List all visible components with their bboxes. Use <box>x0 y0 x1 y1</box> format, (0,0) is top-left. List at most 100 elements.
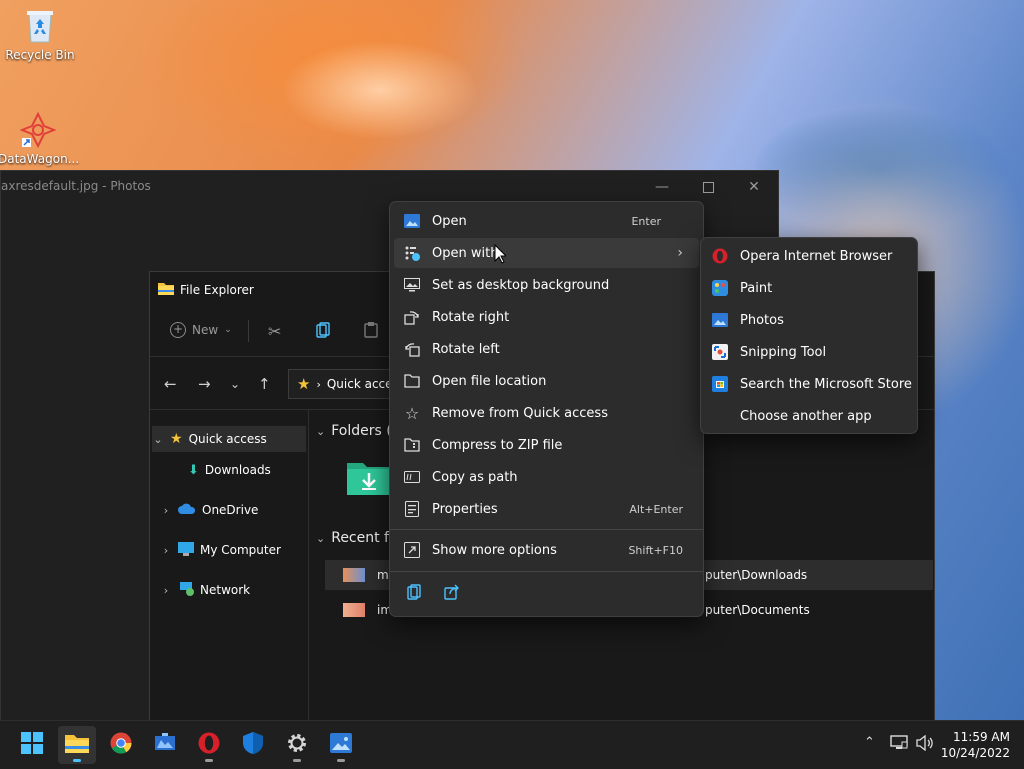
taskbar-clock[interactable]: 11:59 AM 10/24/2022 <box>941 729 1010 761</box>
photos-app-icon <box>711 311 729 329</box>
submenu-item-photos[interactable]: Photos <box>705 305 913 335</box>
chevron-up-icon: ⌃ <box>864 735 875 750</box>
menu-item-label: Set as desktop background <box>432 277 610 293</box>
menu-item-properties[interactable]: Properties Alt+Enter <box>394 494 699 524</box>
menu-item-label: Remove from Quick access <box>432 405 608 421</box>
breadcrumb-chevron-icon: › <box>316 377 321 391</box>
network-status-button[interactable] <box>890 735 908 755</box>
share-quick-action-button[interactable] <box>438 580 466 608</box>
up-button[interactable]: ↑ <box>258 375 271 393</box>
chevron-right-icon: › <box>677 245 683 261</box>
menu-item-open-file-location[interactable]: Open file location <box>394 366 699 396</box>
menu-item-open-with[interactable]: Open with › <box>394 238 699 268</box>
sidebar-item-label: Quick access <box>188 432 267 446</box>
recent-file-name: m <box>377 568 389 582</box>
forward-button[interactable]: → <box>198 375 211 393</box>
copy-path-icon <box>403 468 421 486</box>
photo-icon <box>403 212 421 230</box>
arrow-left-icon: ← <box>164 375 177 393</box>
menu-item-copy-as-path[interactable]: Copy as path <box>394 462 699 492</box>
cloud-icon <box>178 503 196 517</box>
navigation-pane: ⌄ ★ Quick access ⬇ Downloads › OneDrive … <box>150 410 309 721</box>
recent-file-location: puter\Downloads <box>705 568 808 582</box>
sidebar-item-label: My Computer <box>200 543 281 557</box>
taskbar-photos[interactable] <box>322 726 360 764</box>
chevron-down-icon: ⌄ <box>153 432 163 446</box>
submenu-icon-spacer <box>711 407 729 425</box>
taskbar-datawagon[interactable] <box>146 726 184 764</box>
menu-item-remove-from-quick-access[interactable]: ☆ Remove from Quick access <box>394 398 699 428</box>
arrow-up-icon: ↑ <box>258 375 271 393</box>
back-button[interactable]: ← <box>164 375 177 393</box>
file-explorer-icon <box>65 733 89 757</box>
new-button[interactable]: + New ⌄ <box>170 322 232 338</box>
recent-locations-button[interactable]: ⌄ <box>230 377 240 391</box>
menu-item-shortcut: Alt+Enter <box>629 502 683 516</box>
star-icon: ★ <box>170 431 183 447</box>
copy-icon <box>407 584 421 604</box>
menu-item-rotate-left[interactable]: Rotate left <box>394 334 699 364</box>
rotate-left-icon <box>403 340 421 358</box>
chevron-right-icon: › <box>163 503 169 517</box>
recent-header-label: Recent fi <box>331 530 393 546</box>
running-indicator <box>205 759 213 762</box>
sidebar-item-network[interactable]: › Network <box>160 577 306 603</box>
copy-button[interactable] <box>316 322 330 341</box>
menu-item-open[interactable]: Open Enter <box>394 206 699 236</box>
downloads-folder-icon <box>347 463 391 499</box>
rotate-right-icon <box>403 308 421 326</box>
star-icon: ★ <box>297 375 311 393</box>
context-menu: Open Enter Open with › Set as desktop ba… <box>389 201 704 617</box>
submenu-item-microsoft-store[interactable]: Search the Microsoft Store <box>705 369 913 399</box>
menu-separator <box>390 571 703 572</box>
recent-files-section-header[interactable]: ⌄ Recent fi <box>316 530 393 546</box>
folders-section-header[interactable]: ⌄ Folders ( <box>316 423 392 439</box>
submenu-item-label: Snipping Tool <box>740 344 827 360</box>
recent-file-location: puter\Documents <box>705 603 810 617</box>
taskbar-settings[interactable] <box>278 726 316 764</box>
sidebar-item-downloads[interactable]: ⬇ Downloads <box>188 457 306 483</box>
taskbar-chrome[interactable] <box>102 726 140 764</box>
close-icon: ✕ <box>748 179 760 195</box>
copy-quick-action-button[interactable] <box>400 580 428 608</box>
sidebar-item-onedrive[interactable]: › OneDrive <box>160 497 306 523</box>
start-button[interactable] <box>13 726 51 764</box>
cut-button[interactable]: ✂ <box>268 322 281 341</box>
desktop-icon-label: DataWagon... <box>0 152 80 166</box>
menu-item-compress-to-zip[interactable]: Compress to ZIP file <box>394 430 699 460</box>
taskbar-windows-security[interactable] <box>234 726 272 764</box>
desktop-icon-datawagon[interactable]: DataWagon... <box>0 112 80 166</box>
submenu-item-paint[interactable]: Paint <box>705 273 913 303</box>
taskbar-opera[interactable] <box>190 726 228 764</box>
folder-outline-icon <box>403 372 421 390</box>
show-hidden-icons-button[interactable]: ⌃ <box>864 735 875 750</box>
taskbar-file-explorer[interactable] <box>58 726 96 764</box>
shield-icon <box>243 732 263 758</box>
mouse-cursor <box>494 243 508 268</box>
paste-button[interactable] <box>364 322 378 341</box>
scissors-icon: ✂ <box>268 322 282 341</box>
volume-button[interactable] <box>916 734 934 755</box>
cursor-arrow-icon <box>494 243 508 268</box>
copy-icon <box>316 322 330 341</box>
submenu-item-snipping-tool[interactable]: Snipping Tool <box>705 337 913 367</box>
close-button[interactable]: ✕ <box>731 173 777 201</box>
desktop-icon-label: Recycle Bin <box>5 48 75 62</box>
sidebar-item-my-computer[interactable]: › My Computer <box>160 537 306 563</box>
menu-item-rotate-right[interactable]: Rotate right <box>394 302 699 332</box>
desktop-icon-recycle-bin[interactable]: Recycle Bin <box>0 8 80 62</box>
submenu-item-label: Search the Microsoft Store <box>740 376 912 392</box>
speaker-icon <box>916 734 934 755</box>
menu-item-set-desktop-background[interactable]: Set as desktop background <box>394 270 699 300</box>
maximize-button[interactable] <box>685 173 731 201</box>
running-indicator <box>293 759 301 762</box>
sidebar-item-label: Network <box>200 583 251 597</box>
submenu-item-choose-another-app[interactable]: Choose another app <box>705 401 913 431</box>
downloads-folder-tile[interactable] <box>347 459 391 495</box>
menu-separator <box>390 529 703 530</box>
minimize-button[interactable]: — <box>639 173 685 201</box>
menu-item-show-more-options[interactable]: Show more options Shift+F10 <box>394 535 699 565</box>
recycle-bin-icon <box>22 8 58 44</box>
submenu-item-opera[interactable]: Opera Internet Browser <box>705 241 913 271</box>
sidebar-item-quick-access[interactable]: ⌄ ★ Quick access <box>152 426 306 452</box>
